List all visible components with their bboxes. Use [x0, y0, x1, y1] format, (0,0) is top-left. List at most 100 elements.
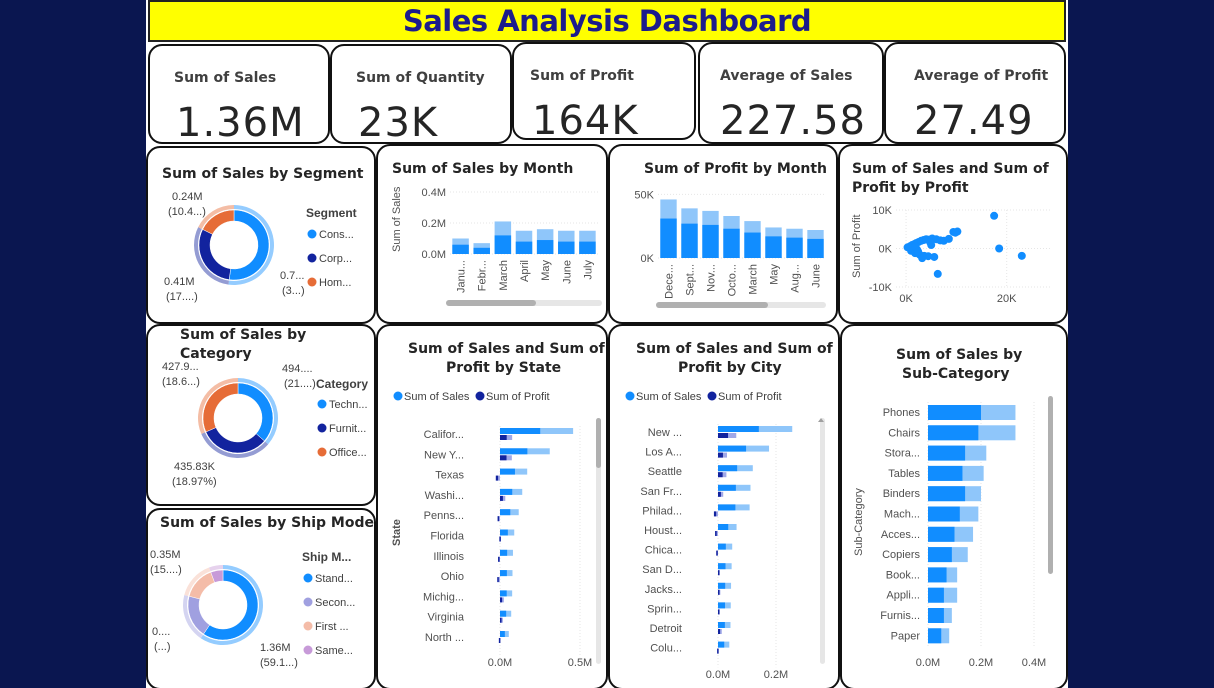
y-tick-label: Book...	[886, 569, 920, 581]
visual-sales-profit-by-city[interactable]: Sum of Sales and Sum of Profit by City S…	[608, 324, 840, 688]
y-tick-label: Tables	[888, 468, 920, 480]
kpi-card-average-profit[interactable]: Average of Profit 27.49	[884, 42, 1066, 144]
legend-item: Same...	[315, 645, 353, 657]
bar-profit-highlight	[718, 589, 720, 595]
bar-highlight	[681, 223, 698, 258]
donut-slice	[198, 229, 231, 280]
bar-profit-highlight	[500, 597, 503, 603]
y-tick-label: Chairs	[888, 427, 920, 439]
legend-marker	[307, 229, 317, 239]
x-tick-label: Sept...	[685, 264, 697, 296]
bar-sales-highlight	[718, 465, 738, 472]
slice-label: 0.35M	[150, 549, 181, 561]
y-tick-label: New Y...	[424, 449, 464, 461]
legend-title: Ship M...	[302, 550, 351, 564]
donut-slices	[198, 378, 278, 458]
bar-profit-highlight	[498, 638, 501, 643]
y-tick-label: 0K	[879, 244, 893, 256]
donut-slice	[202, 209, 235, 235]
city-bar-chart: Sum of Sales Sum of Profit 0.0M 0.2M New .…	[625, 391, 825, 681]
scatter-point	[990, 211, 999, 220]
visual-sales-profit-by-state[interactable]: Sum of Sales and Sum of Profit by State …	[376, 324, 608, 688]
bar-sales-highlight	[718, 504, 736, 511]
bar-highlight	[660, 218, 677, 258]
bar-sales-highlight	[718, 524, 729, 530]
bar-highlight	[723, 228, 740, 258]
bar-profit-highlight	[499, 536, 501, 542]
slice-label: 0.7...	[280, 270, 304, 282]
bar-highlight	[744, 232, 761, 258]
kpi-value: 1.36M	[176, 100, 305, 144]
y-tick-label: Houst...	[644, 525, 682, 537]
legend-marker	[475, 391, 485, 401]
slice-label: 427.9...	[162, 361, 199, 373]
scrollbar-thumb[interactable]	[596, 418, 601, 468]
legend-marker	[625, 391, 635, 401]
vertical-scrollbar[interactable]	[820, 418, 825, 664]
scrollbar-thumb[interactable]	[446, 300, 536, 306]
bar-profit-highlight	[497, 577, 499, 583]
x-tick-label: May	[769, 264, 781, 285]
x-tick-label: 0.2M	[969, 657, 993, 669]
kpi-card-sum-profit[interactable]: Sum of Profit 164K	[512, 42, 696, 140]
bar-highlight	[702, 224, 719, 258]
visual-sales-by-ship-mode[interactable]: Sum of Sales by Ship Mode 0.35M (15....)…	[146, 508, 376, 688]
legend-item: First ...	[315, 621, 349, 633]
slice-label: 0....	[152, 626, 170, 638]
scrollbar-thumb[interactable]	[656, 302, 768, 308]
visual-sales-by-month[interactable]: Sum of Sales by Month Sum of Sales 0.0M 0…	[376, 144, 608, 324]
kpi-value: 227.58	[720, 98, 866, 144]
bar-highlight	[494, 235, 512, 254]
bar-profit-highlight	[713, 511, 717, 517]
bar-highlight	[928, 526, 955, 542]
y-tick-label: Paper	[891, 630, 921, 642]
visual-profit-by-month[interactable]: Sum of Profit by Month 0K 50K Dece... Sept.…	[608, 144, 838, 324]
slice-label: 1.36M	[260, 642, 291, 654]
y-tick-label: Copiers	[882, 549, 920, 561]
bar-sales-highlight	[718, 641, 725, 648]
sales-by-month-chart: Sum of Sales 0.0M 0.2M 0.4M Janu... Febr... M…	[391, 186, 602, 306]
kpi-card-sum-sales[interactable]: Sum of Sales 1.36M	[148, 44, 330, 144]
visual-sales-profit-by-profit[interactable]: Sum of Sales and Sum of Profit by Profit…	[838, 144, 1068, 324]
visual-sales-by-category[interactable]: Sum of Sales by Category 427.9... (18.6.…	[146, 324, 376, 506]
legend-item: Furnit...	[329, 423, 366, 435]
scatter-point	[933, 269, 942, 278]
y-tick-label: 0.2M	[422, 218, 446, 230]
y-tick-label: New ...	[648, 427, 682, 439]
slice-label: (18.97%)	[172, 476, 217, 488]
y-tick-label: Sprin...	[647, 603, 682, 615]
kpi-card-average-sales[interactable]: Average of Sales 227.58	[698, 42, 884, 144]
legend-item: Secon...	[315, 597, 355, 609]
donut-slice	[188, 571, 215, 600]
visual-sales-by-segment[interactable]: Sum of Sales by Segment 0.24M (10.4...) …	[146, 146, 376, 324]
bar-highlight	[928, 567, 947, 583]
bar-highlight	[765, 236, 782, 258]
x-tick-label: 0.0M	[916, 657, 940, 669]
bar-highlight	[928, 445, 966, 461]
donut-slices	[183, 565, 263, 645]
x-tick-label: Nov...	[706, 264, 718, 292]
y-tick-label: Stora...	[885, 448, 920, 460]
bar-sales-highlight	[718, 445, 747, 452]
scatter-point	[930, 252, 939, 261]
slice-label: 0.24M	[172, 191, 203, 203]
bar-sales-highlight	[500, 570, 507, 577]
bar-profit-highlight	[718, 570, 720, 576]
visual-sales-by-sub-category[interactable]: Sum of Sales by Sub-Category Sub-Categor…	[840, 324, 1068, 688]
kpi-card-sum-quantity[interactable]: Sum of Quantity 23K	[330, 44, 512, 144]
scatter-point	[927, 241, 936, 250]
legend-marker	[303, 621, 313, 631]
slice-label: 0.41M	[164, 276, 195, 288]
bar-profit-highlight	[718, 433, 729, 438]
bar-highlight	[928, 405, 981, 420]
axis-title: Sum of Sales	[391, 186, 403, 252]
bar-sales-highlight	[718, 563, 726, 570]
y-tick-label: Penns...	[424, 510, 464, 522]
vertical-scrollbar[interactable]	[1048, 396, 1053, 574]
y-tick-label: Binders	[883, 488, 921, 500]
x-tick-label: Janu...	[456, 260, 468, 293]
bar-profit-highlight	[500, 617, 502, 623]
legend-title: Category	[316, 377, 368, 391]
y-tick-label: Ohio	[441, 571, 464, 583]
y-tick-label: Chica...	[645, 545, 682, 557]
